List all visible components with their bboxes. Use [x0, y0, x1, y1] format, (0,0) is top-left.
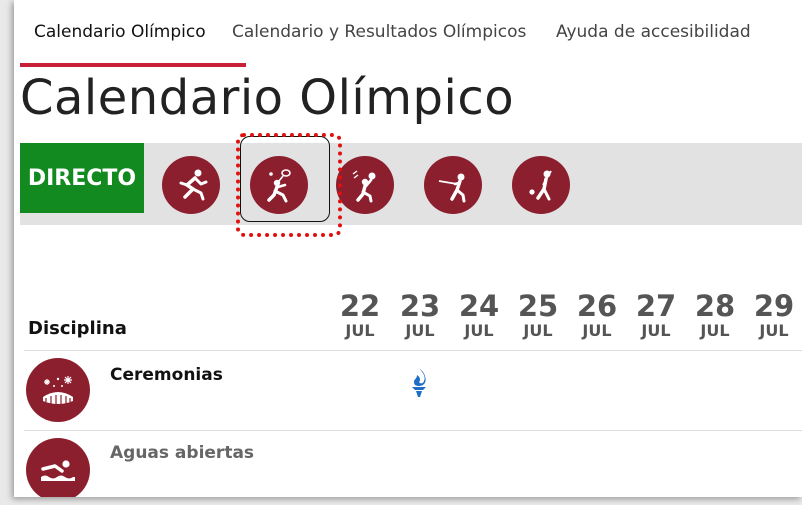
- day-column-27: 27 JUL: [630, 290, 682, 340]
- day-number: 26: [576, 289, 618, 323]
- ceremony-glyph: [43, 376, 73, 405]
- highlight-annotation: [236, 133, 342, 237]
- day-column-28: 28 JUL: [689, 290, 741, 340]
- day-month: JUL: [700, 321, 730, 340]
- swimming-icon: [26, 438, 90, 497]
- day-column-24: 24 JUL: [453, 290, 505, 340]
- discipline-aguas-abiertas[interactable]: Aguas abiertas: [110, 443, 254, 463]
- day-column-26: 26 JUL: [571, 290, 623, 340]
- page-title: Calendario Olímpico: [20, 70, 515, 126]
- tab-bar: Calendario Olímpico Calendario y Resulta…: [14, 0, 802, 67]
- day-month: JUL: [345, 321, 375, 340]
- tab-calendario-olimpico[interactable]: Calendario Olímpico: [34, 22, 206, 42]
- day-column-29: 29 JUL: [748, 290, 800, 340]
- olympic-flame-icon[interactable]: [408, 366, 430, 398]
- active-tab-indicator: [20, 63, 246, 67]
- day-column-23: 23 JUL: [394, 290, 446, 340]
- ceremony-stadium-icon: [26, 358, 90, 422]
- day-month: JUL: [582, 321, 612, 340]
- golf-icon[interactable]: [512, 156, 570, 214]
- day-column-25: 25 JUL: [512, 290, 564, 340]
- discipline-column-header: Disciplina: [28, 318, 127, 339]
- day-month: JUL: [759, 321, 789, 340]
- day-month: JUL: [405, 321, 435, 340]
- athletics-glyph: [179, 169, 208, 201]
- handball-glyph: [352, 170, 376, 203]
- day-month: JUL: [464, 321, 494, 340]
- discipline-ceremonias[interactable]: Ceremonias: [110, 365, 223, 385]
- athletics-icon[interactable]: [162, 156, 220, 214]
- live-button[interactable]: DIRECTO: [20, 143, 144, 213]
- fencing-glyph: [438, 173, 466, 203]
- sport-filter-bar: DIRECTO: [20, 143, 802, 225]
- fencing-icon[interactable]: [424, 156, 482, 214]
- day-month: JUL: [523, 321, 553, 340]
- day-month: JUL: [641, 321, 671, 340]
- header-divider: [24, 350, 802, 351]
- tab-ayuda-accesibilidad[interactable]: Ayuda de accesibilidad: [556, 22, 751, 42]
- golf-glyph: [529, 170, 552, 201]
- day-number: 23: [399, 289, 441, 323]
- handball-icon[interactable]: [336, 156, 394, 214]
- day-number: 22: [339, 289, 381, 323]
- swimming-glyph: [41, 460, 75, 481]
- day-number: 29: [753, 289, 795, 323]
- tab-calendario-resultados[interactable]: Calendario y Resultados Olímpicos: [232, 22, 526, 42]
- row-divider: [24, 430, 802, 431]
- app-window: Calendario Olímpico Calendario y Resulta…: [14, 0, 802, 497]
- day-column-22: 22 JUL: [334, 290, 386, 340]
- day-number: 28: [694, 289, 736, 323]
- day-number: 24: [458, 289, 500, 323]
- day-number: 25: [517, 289, 559, 323]
- day-number: 27: [635, 289, 677, 323]
